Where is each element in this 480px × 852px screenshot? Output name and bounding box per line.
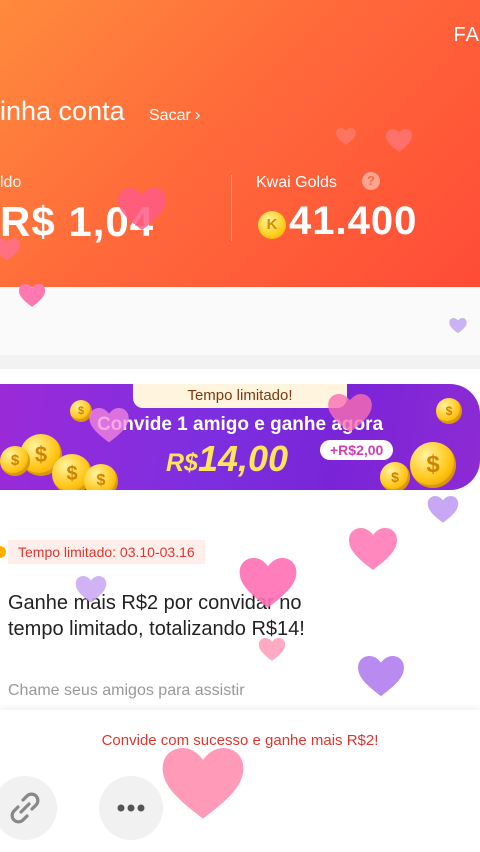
more-options-button[interactable] (99, 776, 163, 840)
banner-currency: R$ (166, 449, 198, 477)
heart-icon (18, 284, 46, 307)
coin-icon: $ (84, 464, 118, 490)
heart-icon (118, 188, 166, 230)
coin-icon: $ (410, 442, 456, 488)
heart-icon (449, 318, 467, 334)
sacar-link[interactable]: Sacar › (149, 105, 200, 125)
saldo-label: ldo (0, 174, 22, 191)
kwai-coin-icon: K (258, 211, 286, 239)
coin-icon: $ (0, 446, 30, 476)
heart-icon (162, 748, 244, 819)
heart-icon (336, 128, 356, 146)
more-icon (117, 804, 145, 812)
sacar-label: Sacar (149, 107, 191, 124)
coin-icon: $ (380, 462, 410, 490)
heart-icon (358, 656, 404, 697)
heart-icon (239, 558, 297, 608)
success-message: Convide com sucesso e ganhe mais R$2! (101, 732, 379, 749)
coin-icon: $ (436, 398, 462, 424)
limited-time-pill: Tempo limitado: 03.10-03.16 (8, 540, 205, 564)
banner-amount: R$14,00 (166, 438, 288, 480)
invite-banner[interactable]: Tempo limitado! Convide 1 amigo e ganhe … (0, 384, 480, 490)
bonus-badge: +R$2,00 (320, 440, 394, 460)
heart-icon (386, 129, 412, 152)
heart-icon (427, 496, 459, 523)
header-divider (231, 175, 232, 241)
banner-tag: Tempo limitado! (133, 384, 347, 408)
faq-link[interactable]: FA (454, 24, 480, 47)
golds-label: Kwai Golds (256, 174, 337, 191)
section-separator (0, 355, 480, 369)
heart-icon (75, 576, 107, 603)
spacer-band (0, 287, 480, 355)
promo-description: Chame seus amigos para assistir (8, 682, 245, 699)
copy-link-button[interactable] (0, 776, 57, 840)
chevron-right-icon: › (194, 105, 201, 124)
help-icon[interactable]: ? (362, 172, 380, 190)
account-title: inha conta (0, 96, 125, 126)
banner-spacer (0, 490, 480, 506)
golds-value[interactable]: 41.400 (289, 199, 417, 244)
heart-icon (258, 638, 286, 661)
heart-icon (0, 238, 20, 261)
bullet-dot (0, 546, 6, 558)
banner-amount-value: 14,00 (197, 438, 289, 479)
link-icon (10, 792, 40, 824)
heart-icon (89, 408, 129, 443)
account-header: FA inha conta Sacar › ldo R$ 1,04 Kwai Go… (0, 0, 480, 287)
heart-icon (349, 528, 397, 570)
heart-icon (328, 394, 372, 433)
